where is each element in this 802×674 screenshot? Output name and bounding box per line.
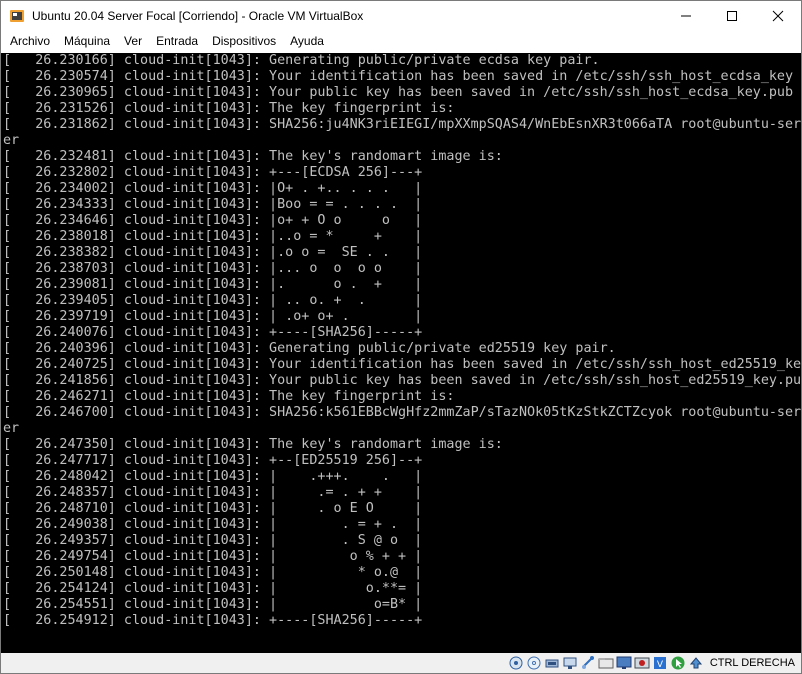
console-line: [ 26.247717] cloud-init[1043]: +--[ED255… [3, 453, 423, 468]
console-line: [ 26.246271] cloud-init[1043]: The key f… [3, 389, 455, 404]
network-icon[interactable] [562, 655, 578, 671]
menu-archivo[interactable]: Archivo [3, 31, 57, 52]
keyboard-icon[interactable] [688, 655, 704, 671]
menu-ayuda[interactable]: Ayuda [283, 31, 331, 52]
window-title: Ubuntu 20.04 Server Focal [Corriendo] - … [32, 9, 364, 23]
maximize-button[interactable] [709, 1, 755, 31]
console-line: [ 26.230166] cloud-init[1043]: Generatin… [3, 53, 600, 68]
console-line: [ 26.246700] cloud-init[1043]: SHA256:k5… [3, 405, 801, 420]
menu-maquina[interactable]: Máquina [57, 31, 117, 52]
maximize-icon [727, 11, 737, 21]
console-line: [ 26.254124] cloud-init[1043]: | o.**= | [3, 581, 423, 596]
console-line: [ 26.232802] cloud-init[1043]: +---[ECDS… [3, 165, 423, 180]
mouse-integration-icon[interactable] [670, 655, 686, 671]
console-line: [ 26.254912] cloud-init[1043]: +----[SHA… [3, 613, 423, 628]
menu-dispositivos[interactable]: Dispositivos [205, 31, 283, 52]
minimize-icon [681, 15, 691, 17]
display-icon[interactable] [616, 655, 632, 671]
virtualbox-app-icon [9, 8, 25, 24]
console-line: [ 26.248710] cloud-init[1043]: | . o E O… [3, 501, 423, 516]
console-line: [ 26.238703] cloud-init[1043]: |... o o … [3, 261, 423, 276]
console-line: [ 26.250148] cloud-init[1043]: | * o.@ | [3, 565, 423, 580]
virtualization-icon[interactable]: V [652, 655, 668, 671]
svg-text:V: V [657, 660, 664, 670]
console-line: [ 26.248357] cloud-init[1043]: | .= . + … [3, 485, 423, 500]
title-bar[interactable]: Ubuntu 20.04 Server Focal [Corriendo] - … [1, 1, 801, 31]
console-line: [ 26.239405] cloud-init[1043]: | .. o. +… [3, 293, 423, 308]
console-line: [ 26.234333] cloud-init[1043]: |Boo = = … [3, 197, 423, 212]
console-line: er [3, 421, 20, 436]
console-line: [ 26.240396] cloud-init[1043]: Generatin… [3, 341, 616, 356]
console-line: [ 26.249038] cloud-init[1043]: | . = + .… [3, 517, 423, 532]
console-line: [ 26.231526] cloud-init[1043]: The key f… [3, 101, 455, 116]
console-line: [ 26.238018] cloud-init[1043]: |..o = * … [3, 229, 423, 244]
optical-drive-icon[interactable] [526, 655, 542, 671]
console-line: [ 26.230574] cloud-init[1043]: Your iden… [3, 69, 794, 84]
virtualbox-window: Ubuntu 20.04 Server Focal [Corriendo] - … [0, 0, 802, 674]
console-line: [ 26.248042] cloud-init[1043]: | .+++. .… [3, 469, 423, 484]
console-line: [ 26.241856] cloud-init[1043]: Your publ… [3, 373, 801, 388]
console-line: [ 26.232481] cloud-init[1043]: The key's… [3, 149, 503, 164]
shared-folders-icon[interactable] [598, 655, 614, 671]
close-icon [772, 10, 784, 22]
menu-entrada[interactable]: Entrada [149, 31, 205, 52]
console-line: [ 26.239081] cloud-init[1043]: |. o . + … [3, 277, 423, 292]
window-controls [663, 1, 801, 31]
status-bar: V CTRL DERECHA [1, 653, 801, 673]
console-line: [ 26.247350] cloud-init[1043]: The key's… [3, 437, 503, 452]
menu-ver[interactable]: Ver [117, 31, 149, 52]
close-button[interactable] [755, 1, 801, 31]
audio-icon[interactable] [544, 655, 560, 671]
usb-icon[interactable] [580, 655, 596, 671]
vm-console-screen[interactable]: [ 26.230166] cloud-init[1043]: Generatin… [1, 53, 801, 653]
console-line: er [3, 133, 20, 148]
video-capture-icon[interactable] [634, 655, 650, 671]
minimize-button[interactable] [663, 1, 709, 31]
console-line: [ 26.249357] cloud-init[1043]: | . S @ o… [3, 533, 423, 548]
console-line: [ 26.254551] cloud-init[1043]: | o=B* | [3, 597, 423, 612]
console-line: [ 26.240725] cloud-init[1043]: Your iden… [3, 357, 801, 372]
console-line: [ 26.249754] cloud-init[1043]: | o % + +… [3, 549, 423, 564]
console-line: [ 26.240076] cloud-init[1043]: +----[SHA… [3, 325, 423, 340]
hard-disk-icon[interactable] [508, 655, 524, 671]
console-line: [ 26.239719] cloud-init[1043]: | .o+ o+ … [3, 309, 423, 324]
console-line: [ 26.234002] cloud-init[1043]: |O+ . +..… [3, 181, 423, 196]
host-key-label[interactable]: CTRL DERECHA [710, 657, 795, 669]
menu-bar: Archivo Máquina Ver Entrada Dispositivos… [1, 31, 801, 52]
console-line: [ 26.234646] cloud-init[1043]: |o+ + O o… [3, 213, 423, 228]
console-line: [ 26.238382] cloud-init[1043]: |.o o = S… [3, 245, 423, 260]
console-line: [ 26.231862] cloud-init[1043]: SHA256:ju… [3, 117, 801, 132]
console-line: [ 26.230965] cloud-init[1043]: Your publ… [3, 85, 794, 100]
